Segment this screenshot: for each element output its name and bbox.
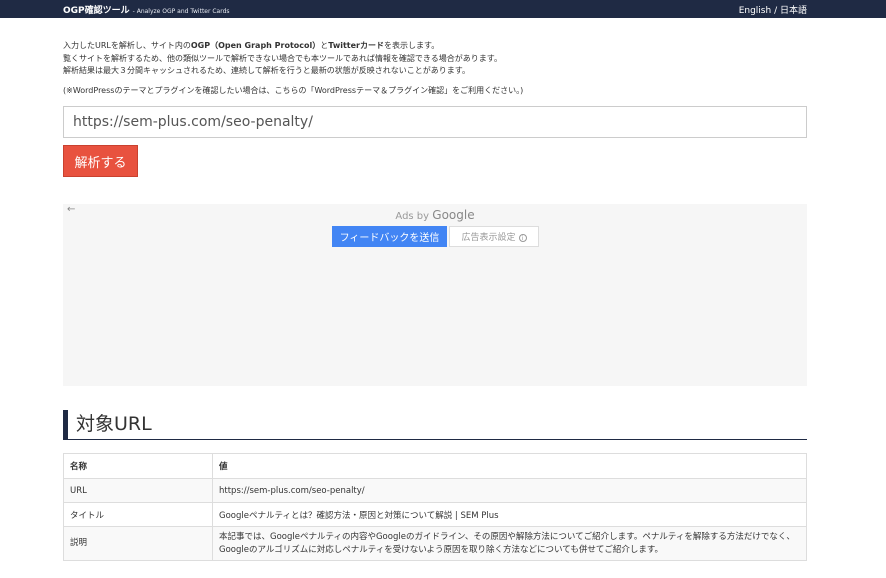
ads-by-google: Ads by Google xyxy=(63,208,807,222)
intro-line-1a: 入力したURLを解析し、サイト内の xyxy=(63,41,191,50)
lang-japanese-link[interactable]: 日本語 xyxy=(780,6,807,16)
wordpress-check-link[interactable]: 「WordPressテーマ＆プラグイン確認」 xyxy=(306,86,452,95)
intro-ogp: OGP（Open Graph Protocol） xyxy=(190,41,321,50)
language-switcher: English / 日本語 xyxy=(739,3,807,16)
row-name: タイトル xyxy=(63,502,213,527)
brand-title: OGP確認ツール xyxy=(63,6,130,16)
lang-separator: / xyxy=(774,6,778,16)
header-value: 値 xyxy=(212,453,807,479)
wordpress-note: (※WordPressのテーマとプラグインを確認したい場合は、こちらの「Word… xyxy=(63,85,523,96)
intro-line-3: 解析結果は最大３分間キャッシュされるため、連続して解析を行うと最新の状態が反映さ… xyxy=(63,66,470,75)
row-value: https://sem-plus.com/seo-penalty/ xyxy=(212,478,807,503)
note-suffix: をご利用ください。) xyxy=(452,86,524,95)
table-row: URL https://sem-plus.com/seo-penalty/ xyxy=(63,478,807,503)
send-feedback-button[interactable]: フィードバックを送信 xyxy=(332,226,447,247)
ad-settings-label: 広告表示設定 xyxy=(461,233,516,243)
top-navbar: OGP確認ツール - Analyze OGP and Twitter Cards … xyxy=(0,0,886,18)
note-prefix: (※WordPressのテーマとプラグインを確認したい場合は、こちらの xyxy=(63,86,307,95)
row-name: URL xyxy=(63,478,213,503)
url-input[interactable] xyxy=(63,106,807,138)
lang-english-link[interactable]: English xyxy=(739,6,772,16)
row-name: 説明 xyxy=(63,526,213,561)
ad-settings-button[interactable]: 広告表示設定 i xyxy=(449,226,539,247)
target-url-table: 名称 値 URL https://sem-plus.com/seo-penalt… xyxy=(63,453,807,561)
row-value: Googleペナルティとは？確認方法・原因と対策について解説 | SEM Plu… xyxy=(212,502,807,527)
ad-container: ← Ads by Google フィードバックを送信 広告表示設定 i xyxy=(63,204,807,386)
row-value: 本記事では、Googleペナルティの内容やGoogleのガイドライン、その原因や… xyxy=(212,526,807,561)
section-title-target-url: 対象URL xyxy=(63,410,807,440)
table-row: 説明 本記事では、Googleペナルティの内容やGoogleのガイドライン、その… xyxy=(63,526,807,561)
info-icon: i xyxy=(518,233,527,242)
brand-subtitle: - Analyze OGP and Twitter Cards xyxy=(132,8,230,15)
intro-twitter-card: Twitterカード xyxy=(328,41,384,50)
intro-line-1: 入力したURLを解析し、サイト内のOGP（Open Graph Protocol… xyxy=(63,40,823,53)
intro-line-2: 覧くサイトを解析するため、他の類似ツールで解析できない場合でも本ツールであれば情… xyxy=(63,53,502,63)
table-row: タイトル Googleペナルティとは？確認方法・原因と対策について解説 | SE… xyxy=(63,502,807,527)
header-name: 名称 xyxy=(63,453,213,479)
table-header-row: 名称 値 xyxy=(63,453,807,479)
google-label: Google xyxy=(432,208,475,222)
intro-text: 入力したURLを解析し、サイト内のOGP（Open Graph Protocol… xyxy=(63,40,823,78)
analyze-button[interactable]: 解析する xyxy=(63,145,138,177)
intro-line-1e: を表示します。 xyxy=(384,41,440,50)
brand-logo[interactable]: OGP確認ツール - Analyze OGP and Twitter Cards xyxy=(63,3,230,16)
ads-by-label: Ads by xyxy=(395,211,430,222)
